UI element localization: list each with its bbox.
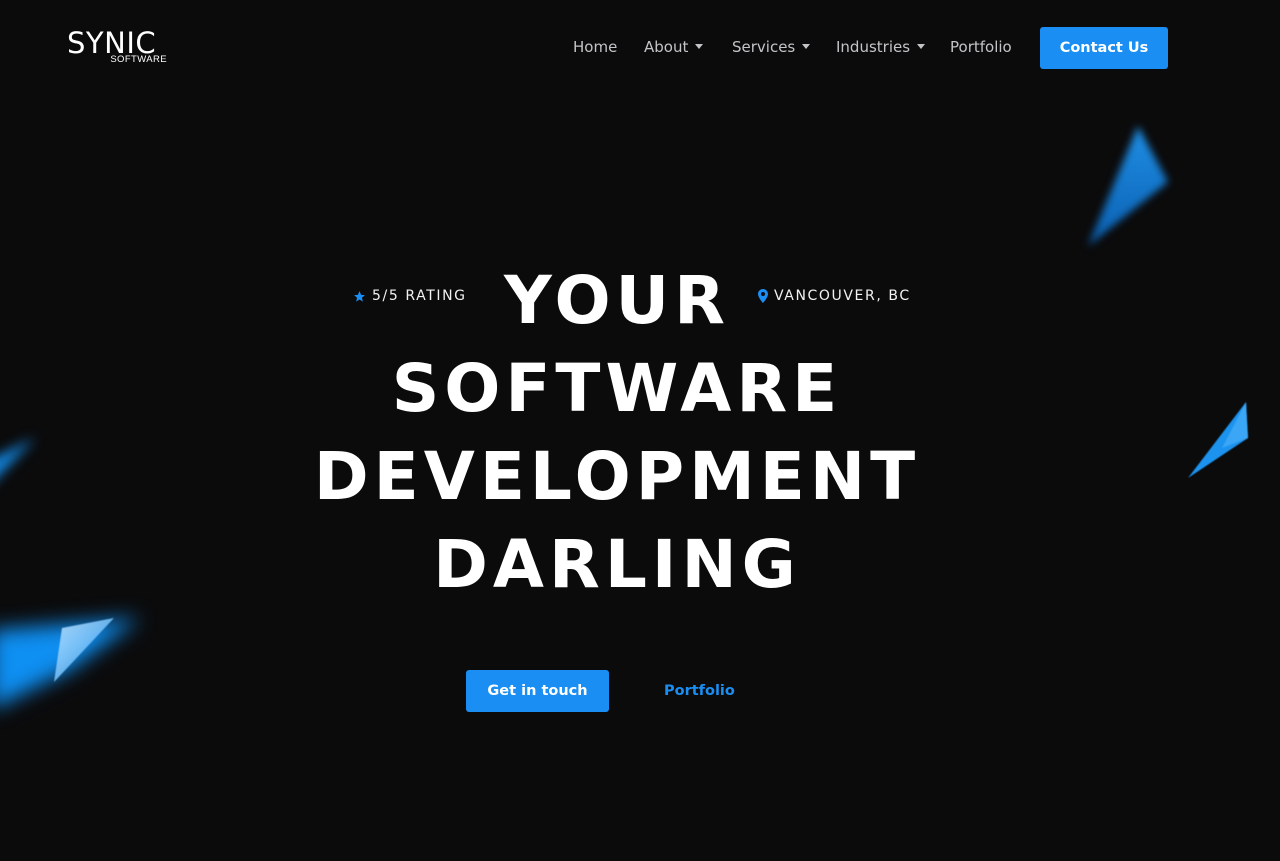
nav-item-label: Services <box>732 38 796 56</box>
brand-logo[interactable]: SYNIC SOFTWARE <box>67 28 169 68</box>
brand-logo-subtitle: SOFTWARE <box>110 54 167 65</box>
nav-item-home[interactable]: Home <box>573 36 617 58</box>
nav-item-industries[interactable]: Industries <box>836 36 926 58</box>
hero-title-line: YOUR <box>504 262 730 339</box>
decorative-shard-right <box>1188 402 1248 478</box>
nav-item-portfolio[interactable]: Portfolio <box>950 36 1012 58</box>
hero-title: YOUR SOFTWARE DEVELOPMENT DARLING <box>300 257 934 609</box>
hero-title-line: DEVELOPMENT <box>313 438 921 515</box>
caret-down-icon <box>695 43 704 49</box>
contact-us-button[interactable]: Contact Us <box>1040 27 1168 69</box>
nav-item-about[interactable]: About <box>644 36 704 58</box>
nav-item-label: Home <box>573 38 618 56</box>
get-in-touch-button[interactable]: Get in touch <box>466 670 609 712</box>
nav-item-label: Portfolio <box>950 38 1012 56</box>
nav-item-services[interactable]: Services <box>732 36 811 58</box>
nav-item-label: Industries <box>836 38 911 56</box>
decorative-shard-left <box>0 438 35 475</box>
hero-title-line: DARLING <box>433 526 801 603</box>
decorative-shard-bottom-left-facet <box>54 618 114 682</box>
hero-title-line: SOFTWARE <box>391 350 843 427</box>
caret-down-icon <box>917 43 926 49</box>
nav-item-label: About <box>644 38 689 56</box>
decorative-shard-top-right <box>1088 126 1168 246</box>
caret-down-icon <box>802 43 811 49</box>
portfolio-link[interactable]: Portfolio <box>664 680 735 702</box>
